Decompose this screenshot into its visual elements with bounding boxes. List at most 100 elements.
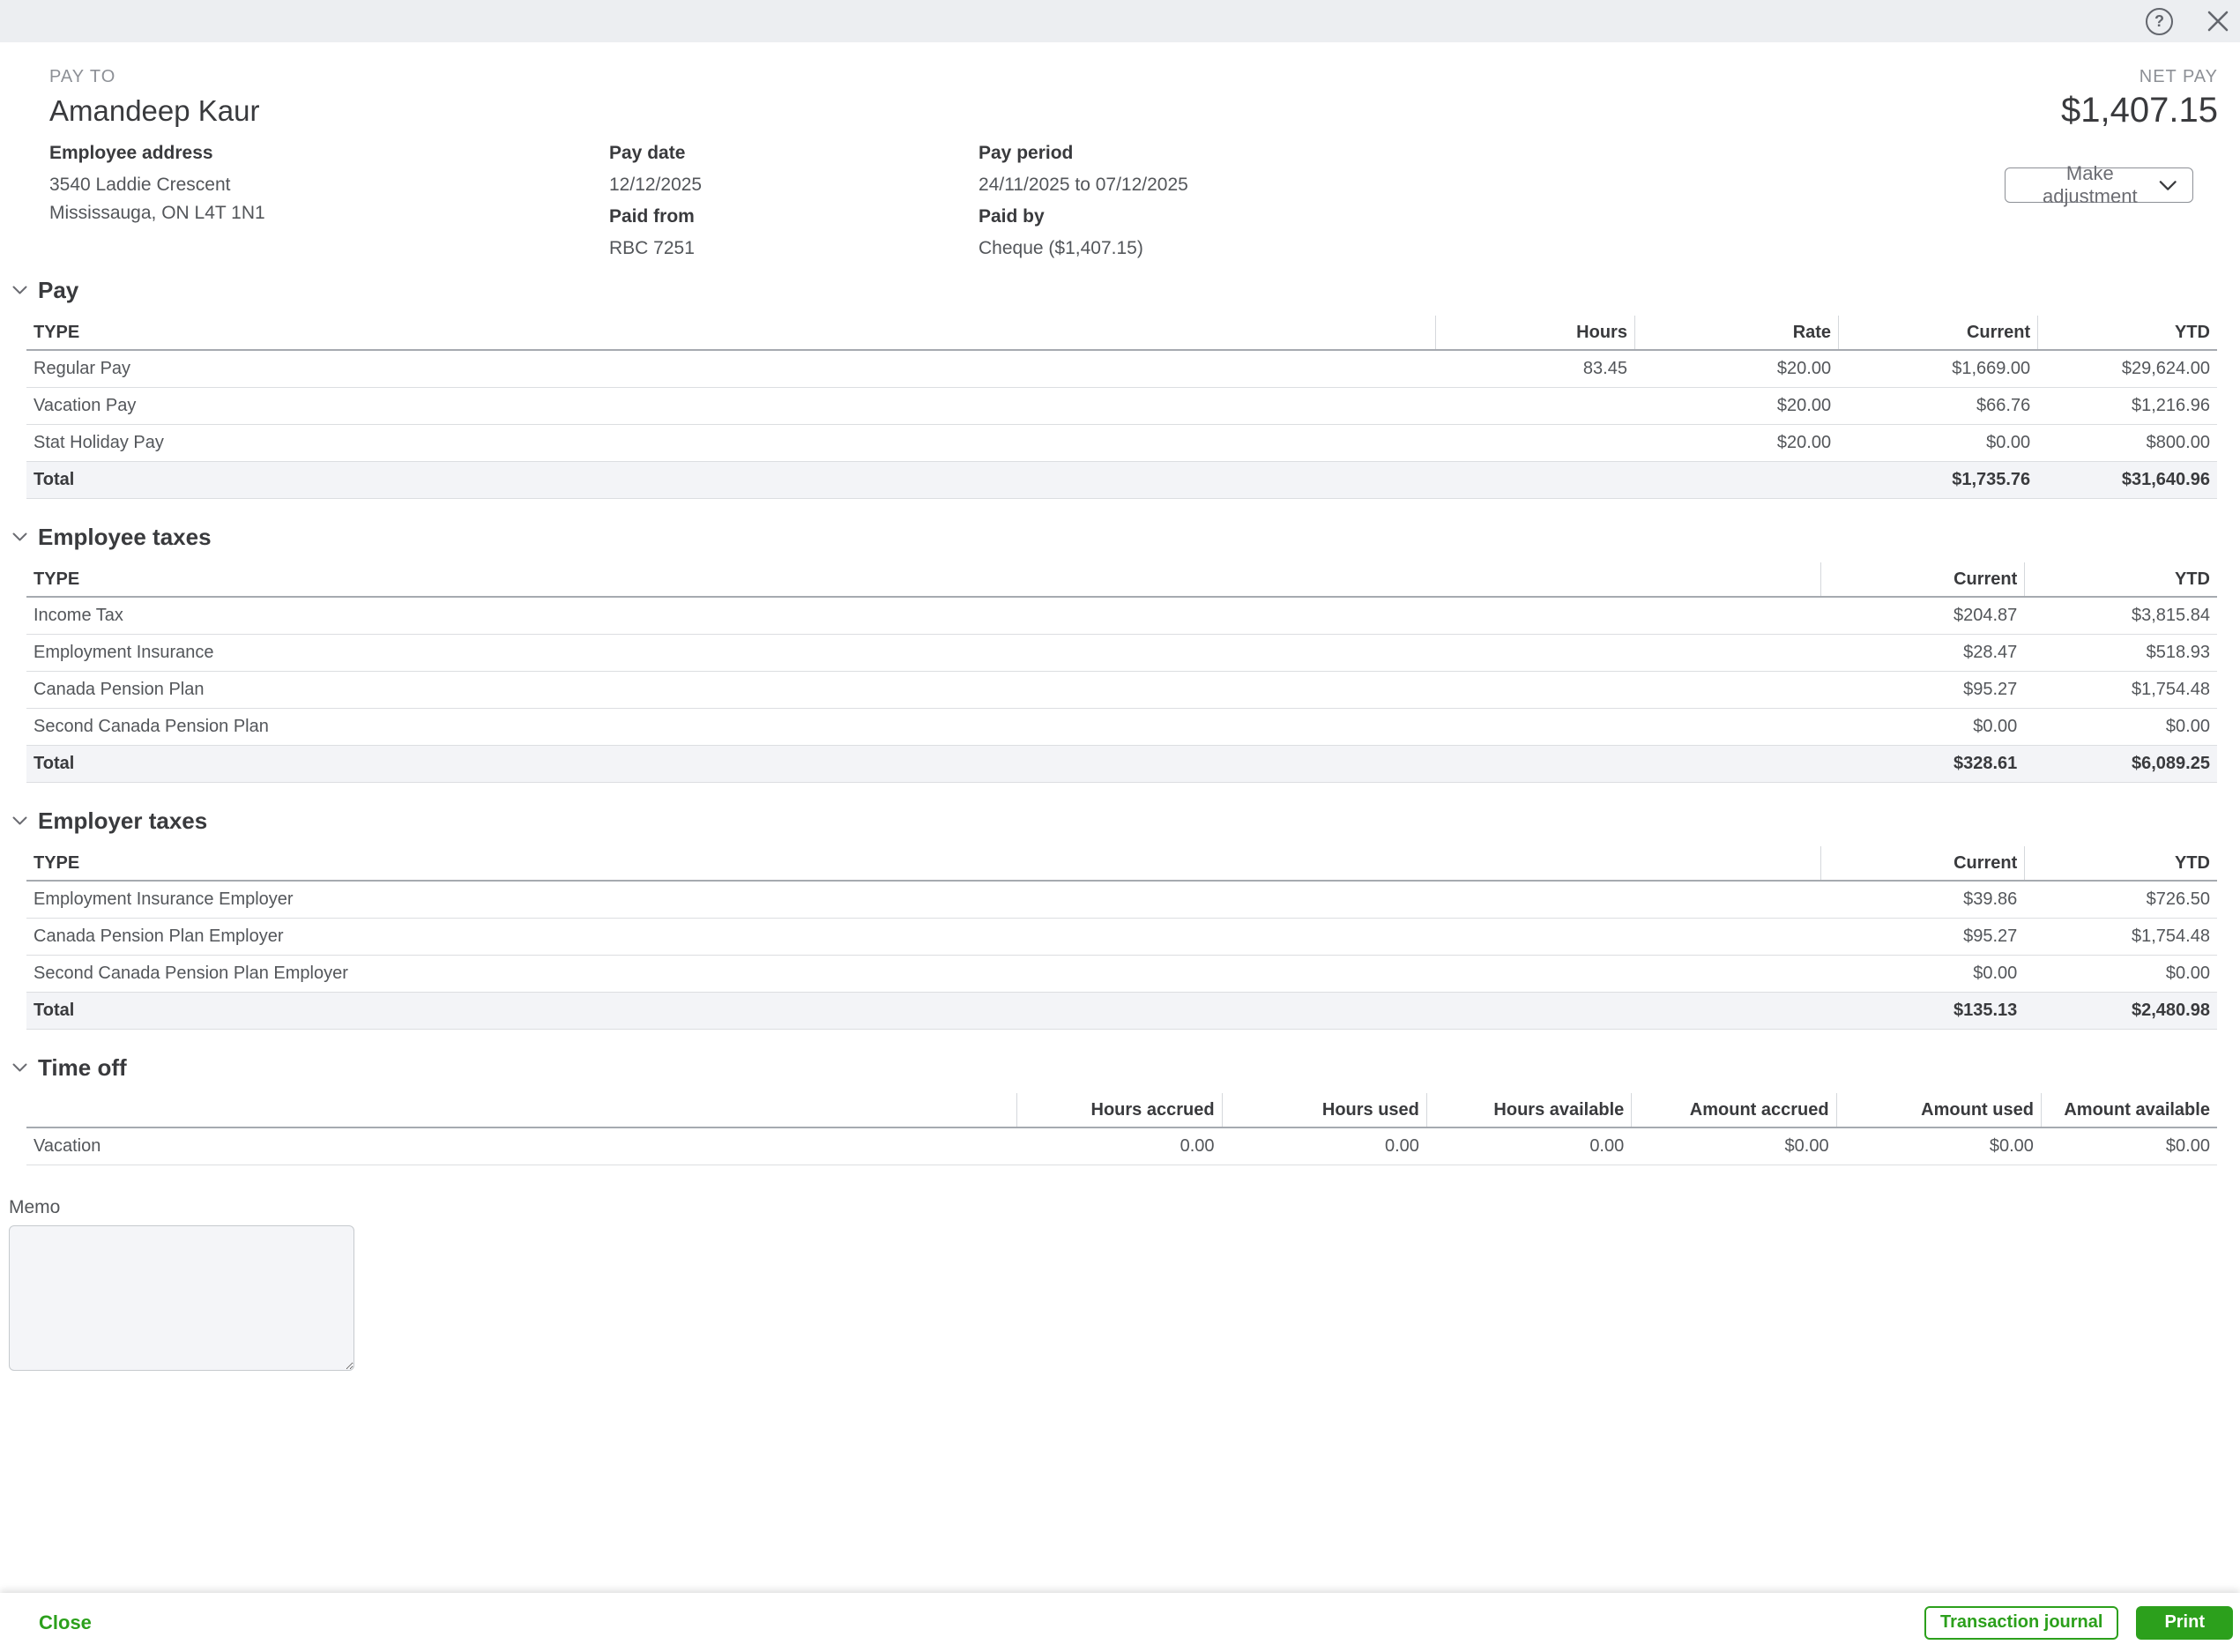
column-header-type: TYPE — [26, 846, 1820, 880]
cell-hours-used: 0.00 — [1222, 1136, 1426, 1157]
column-header-current: Current — [1820, 562, 2024, 596]
table-row: Income Tax $204.87 $3,815.84 — [26, 598, 2217, 635]
chevron-down-icon — [12, 816, 27, 825]
employee-address-block: Employee address 3540 Laddie Crescent Mi… — [49, 143, 609, 259]
table-row: Employment Insurance $28.47 $518.93 — [26, 635, 2217, 672]
cell-type: Canada Pension Plan — [26, 680, 1820, 700]
employee-address-label: Employee address — [49, 143, 609, 164]
cell-type: Stat Holiday Pay — [26, 433, 1435, 453]
cell-current: $1,735.76 — [1838, 470, 2037, 490]
column-header-hours-accrued: Hours accrued — [1016, 1093, 1221, 1127]
employee-taxes-table: TYPE Current YTD Income Tax $204.87 $3,8… — [26, 562, 2217, 783]
column-header-amount-accrued: Amount accrued — [1631, 1093, 1835, 1127]
cell-current: $204.87 — [1820, 606, 2024, 626]
table-header: TYPE Current YTD — [26, 846, 2217, 882]
cell-ytd: $29,624.00 — [2037, 359, 2217, 379]
cell-current: $1,669.00 — [1838, 359, 2037, 379]
cell-ytd: $0.00 — [2024, 717, 2217, 737]
pay-date-value: 12/12/2025 — [609, 175, 979, 196]
column-header-hours: Hours — [1435, 316, 1634, 349]
table-header: Hours accrued Hours used Hours available… — [26, 1093, 2217, 1128]
paycheque-header: PAY TO Amandeep Kaur NET PAY $1,407.15 E… — [0, 42, 2240, 259]
section-time-off-header[interactable]: Time off — [0, 1054, 2240, 1081]
cell-rate: $20.00 — [1634, 433, 1838, 453]
cell-amount-used: $0.00 — [1836, 1136, 2041, 1157]
cell-hours-accrued: 0.00 — [1016, 1136, 1221, 1157]
cell-current: $39.86 — [1820, 889, 2024, 910]
column-header-hours-available: Hours available — [1426, 1093, 1631, 1127]
column-header-current: Current — [1838, 316, 2037, 349]
paid-by-value: Cheque ($1,407.15) — [979, 238, 1437, 259]
table-row: Employment Insurance Employer $39.86 $72… — [26, 882, 2217, 919]
cell-hours-available: 0.00 — [1426, 1136, 1631, 1157]
section-time-off: Time off Hours accrued Hours used Hours … — [0, 1054, 2240, 1165]
section-employer-taxes-header[interactable]: Employer taxes — [0, 807, 2240, 834]
cell-rate: $20.00 — [1634, 396, 1838, 416]
cell-ytd: $31,640.96 — [2037, 470, 2217, 490]
column-header-ytd: YTD — [2024, 562, 2217, 596]
memo-textarea[interactable] — [9, 1225, 354, 1371]
help-icon[interactable]: ? — [2146, 8, 2173, 35]
close-icon[interactable] — [2203, 6, 2233, 36]
print-button[interactable]: Print — [2136, 1606, 2233, 1640]
cell-amount-available: $0.00 — [2041, 1136, 2217, 1157]
cell-type: Vacation — [26, 1136, 1016, 1157]
section-employee-taxes-header[interactable]: Employee taxes — [0, 524, 2240, 550]
table-row: Second Canada Pension Plan Employer $0.0… — [26, 956, 2217, 993]
cell-type: Canada Pension Plan Employer — [26, 926, 1820, 947]
employee-address-line2: Mississauga, ON L4T 1N1 — [49, 203, 609, 224]
net-pay-label: NET PAY — [2061, 67, 2218, 86]
chevron-down-icon — [12, 1063, 27, 1072]
net-pay-amount: $1,407.15 — [2061, 92, 2218, 129]
cell-type: Income Tax — [26, 606, 1820, 626]
section-title: Pay — [38, 277, 78, 303]
pay-table-header: TYPE Hours Rate Current YTD — [26, 316, 2217, 351]
cell-current: $0.00 — [1820, 964, 2024, 984]
table-row: Second Canada Pension Plan $0.00 $0.00 — [26, 709, 2217, 746]
table-total-row: Total $135.13 $2,480.98 — [26, 993, 2217, 1030]
chevron-down-icon — [12, 532, 27, 541]
section-pay-header[interactable]: Pay — [0, 277, 2240, 303]
column-header-current: Current — [1820, 846, 2024, 880]
memo-block: Memo — [0, 1197, 2240, 1375]
memo-label: Memo — [9, 1197, 2240, 1218]
chevron-down-icon — [2159, 180, 2177, 191]
pay-period-label: Pay period — [979, 143, 1437, 164]
cell-type: Second Canada Pension Plan — [26, 717, 1820, 737]
cell-current: $66.76 — [1838, 396, 2037, 416]
column-header-blank — [26, 1093, 1016, 1127]
footer-bar: Close Transaction journal Print — [0, 1593, 2240, 1652]
cell-ytd: $3,815.84 — [2024, 606, 2217, 626]
transaction-journal-button[interactable]: Transaction journal — [1924, 1606, 2118, 1640]
table-total-row: Total $1,735.76 $31,640.96 — [26, 462, 2217, 499]
column-header-hours-used: Hours used — [1222, 1093, 1426, 1127]
cell-ytd: $6,089.25 — [2024, 754, 2217, 774]
paid-by-label: Paid by — [979, 206, 1437, 227]
pay-date-label: Pay date — [609, 143, 979, 164]
section-employee-taxes: Employee taxes TYPE Current YTD Income T… — [0, 524, 2240, 783]
column-header-ytd: YTD — [2024, 846, 2217, 880]
cell-ytd: $1,754.48 — [2024, 926, 2217, 947]
column-header-type: TYPE — [26, 562, 1820, 596]
cell-amount-accrued: $0.00 — [1631, 1136, 1835, 1157]
pay-to-block: PAY TO Amandeep Kaur — [49, 67, 260, 129]
table-row: Vacation Pay $20.00 $66.76 $1,216.96 — [26, 388, 2217, 425]
cell-current: $328.61 — [1820, 754, 2024, 774]
cell-ytd: $1,754.48 — [2024, 680, 2217, 700]
close-button[interactable]: Close — [39, 1611, 92, 1634]
column-header-amount-used: Amount used — [1836, 1093, 2041, 1127]
section-pay: Pay TYPE Hours Rate Current YTD Regular … — [0, 277, 2240, 499]
pay-to-label: PAY TO — [49, 67, 260, 86]
cell-current: $95.27 — [1820, 926, 2024, 947]
cell-total-label: Total — [26, 1001, 1820, 1021]
table-row: Vacation 0.00 0.00 0.00 $0.00 $0.00 $0.0… — [26, 1128, 2217, 1165]
cell-type: Regular Pay — [26, 359, 1435, 379]
cell-type: Vacation Pay — [26, 396, 1435, 416]
cell-ytd: $726.50 — [2024, 889, 2217, 910]
cell-total-label: Total — [26, 754, 1820, 774]
cell-type: Second Canada Pension Plan Employer — [26, 964, 1820, 984]
cell-current: $28.47 — [1820, 643, 2024, 663]
table-total-row: Total $328.61 $6,089.25 — [26, 746, 2217, 783]
pay-info-row: Employee address 3540 Laddie Crescent Mi… — [49, 143, 2218, 259]
make-adjustment-dropdown[interactable]: Make adjustment — [2005, 167, 2193, 203]
